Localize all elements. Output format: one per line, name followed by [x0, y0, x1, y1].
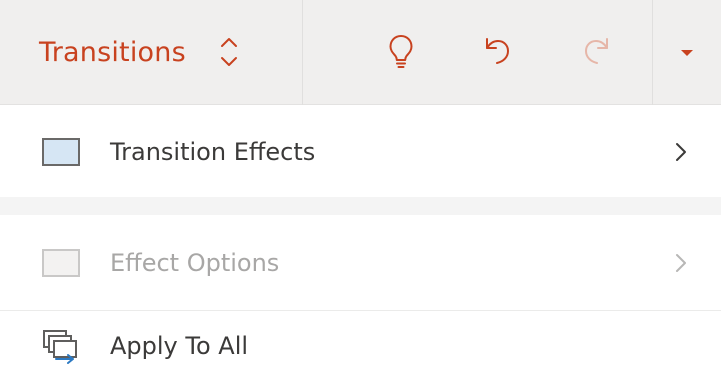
toolbar-divider [302, 0, 303, 105]
ribbon-tab-title: Transitions [39, 36, 186, 68]
caret-down-icon [679, 43, 695, 62]
section-gap [0, 197, 721, 215]
effect-options-swatch-icon [42, 248, 80, 277]
chevron-right-icon [676, 142, 686, 161]
transition-effects-label: Transition Effects [110, 137, 316, 166]
transition-effects-item[interactable]: Transition Effects [0, 106, 721, 197]
chevron-right-icon [676, 253, 686, 272]
transition-effects-swatch-icon [42, 137, 80, 166]
undo-icon [479, 33, 515, 73]
more-options-button[interactable] [653, 0, 721, 105]
tell-me-button[interactable] [378, 0, 424, 105]
apply-to-all-icon [42, 326, 82, 366]
effect-options-item[interactable]: Effect Options [0, 215, 721, 310]
redo-icon [579, 33, 615, 73]
undo-button[interactable] [472, 0, 522, 105]
redo-button[interactable] [572, 0, 622, 105]
transitions-panel: Transitions Transition Effects Effect Op… [0, 0, 721, 380]
effect-options-label: Effect Options [110, 248, 280, 277]
apply-to-all-label: Apply To All [110, 331, 249, 360]
ribbon-tab-switcher[interactable]: Transitions [0, 0, 302, 104]
apply-to-all-item[interactable]: Apply To All [0, 311, 721, 380]
chevron-up-down-icon [216, 32, 242, 72]
lightbulb-icon [386, 31, 416, 75]
